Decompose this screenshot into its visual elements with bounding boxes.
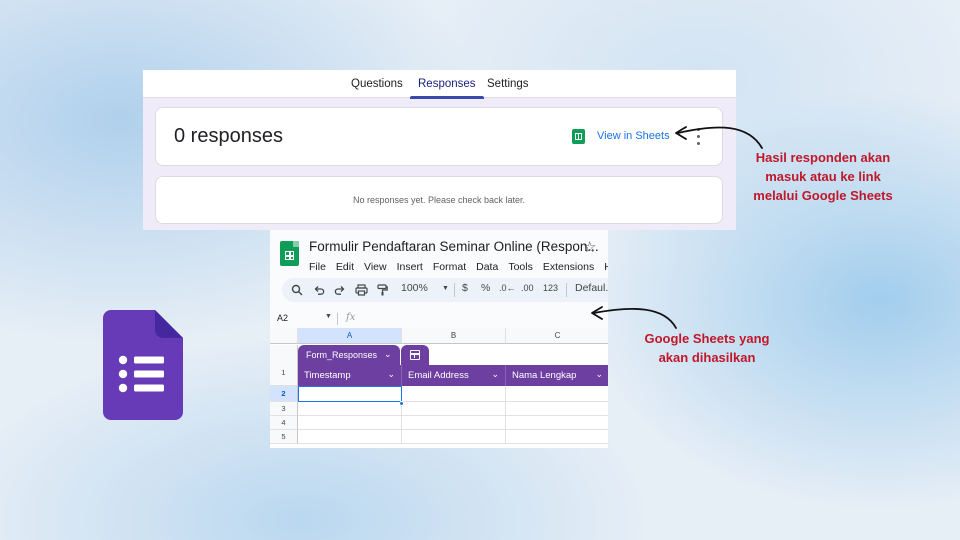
chevron-down-icon[interactable]: ⌄: [595, 369, 603, 380]
cell-b4[interactable]: [402, 416, 506, 430]
select-all-corner[interactable]: [270, 328, 298, 344]
undo-icon[interactable]: [313, 284, 325, 296]
menu-view[interactable]: View: [364, 261, 387, 273]
name-box[interactable]: A2: [277, 313, 288, 323]
document-title[interactable]: Formulir Pendaftaran Seminar Online (Res…: [309, 239, 599, 254]
redo-icon[interactable]: [334, 284, 346, 296]
print-icon[interactable]: [355, 284, 368, 296]
annotation-bottom: Google Sheets yang akan dihasilkan: [630, 330, 784, 368]
cell-c3[interactable]: [506, 402, 608, 416]
sheets-icon[interactable]: [572, 129, 585, 144]
formula-bar: A2 ▼ fx: [270, 310, 608, 328]
column-header-a[interactable]: A: [298, 328, 402, 344]
cell-b3[interactable]: [402, 402, 506, 416]
star-icon[interactable]: ☆: [583, 238, 596, 256]
view-in-sheets-link[interactable]: View in Sheets: [597, 130, 670, 142]
font-select[interactable]: Defaul...: [575, 282, 608, 294]
formula-divider: [337, 313, 338, 325]
table-view-icon[interactable]: [401, 345, 429, 365]
menu-help[interactable]: He: [604, 261, 608, 273]
fill-handle[interactable]: [399, 401, 404, 406]
row-header-5[interactable]: 5: [270, 430, 298, 444]
annotation-line: Google Sheets yang: [644, 331, 770, 346]
percent-button[interactable]: %: [481, 282, 490, 294]
menu-format[interactable]: Format: [433, 261, 466, 273]
menu-data[interactable]: Data: [476, 261, 498, 273]
cell-a5[interactable]: [298, 430, 402, 444]
cell-b2[interactable]: [402, 386, 506, 402]
table-header-email[interactable]: Email Address ⌄: [402, 365, 506, 386]
empty-responses-card: No responses yet. Please check back late…: [155, 176, 723, 224]
cell-a2[interactable]: [298, 386, 402, 402]
annotation-line: akan dihasilkan: [658, 349, 756, 365]
google-forms-icon: [103, 310, 183, 420]
row-header-4[interactable]: 4: [270, 416, 298, 430]
table-header-nama[interactable]: Nama Lengkap ⌄: [506, 365, 608, 386]
more-vert-icon[interactable]: [696, 126, 702, 148]
zoom-select[interactable]: 100%: [401, 282, 428, 294]
header-label: Email Address: [408, 370, 469, 381]
chevron-down-icon[interactable]: ⌄: [384, 349, 392, 360]
toolbar-divider: [454, 283, 455, 297]
menu-bar: File Edit View Insert Format Data Tools Extensi…: [309, 257, 608, 273]
response-summary-card: 0 responses View in Sheets: [155, 107, 723, 166]
cell-b5[interactable]: [402, 430, 506, 444]
menu-insert[interactable]: Insert: [397, 261, 423, 273]
annotation-line: masuk atau ke link: [765, 168, 881, 184]
fx-icon: fx: [346, 312, 356, 323]
row-header-1[interactable]: 1: [270, 345, 298, 386]
search-icon[interactable]: [291, 284, 303, 296]
paint-format-icon[interactable]: [377, 284, 388, 296]
column-header-c[interactable]: C: [506, 328, 608, 344]
google-sheets-window: Formulir Pendaftaran Seminar Online (Res…: [270, 230, 608, 448]
chevron-down-icon[interactable]: ⌄: [387, 369, 395, 380]
annotation-line: melalui Google Sheets: [753, 187, 893, 203]
cell-c2[interactable]: [506, 386, 608, 402]
cell-c5[interactable]: [506, 430, 608, 444]
cell-a4[interactable]: [298, 416, 402, 430]
forms-tab-bar: Questions Responses Settings: [143, 70, 736, 99]
sheets-icon[interactable]: [280, 241, 299, 266]
menu-file[interactable]: File: [309, 261, 326, 273]
column-header-b[interactable]: B: [402, 328, 506, 344]
cell-a3[interactable]: [298, 402, 402, 416]
tab-settings[interactable]: Settings: [487, 78, 529, 98]
tab-responses[interactable]: Responses: [410, 78, 484, 99]
row-header-2[interactable]: 2: [270, 386, 298, 402]
tab-questions[interactable]: Questions: [351, 78, 403, 98]
zoom-caret-icon[interactable]: ▼: [442, 285, 449, 292]
table-name: Form_Responses: [306, 350, 378, 360]
table-name-tab[interactable]: Form_Responses ⌄: [298, 345, 400, 365]
spreadsheet-grid: A B C 1 2 3 4 5 Form_Responses ⌄ Timesta…: [270, 328, 608, 448]
menu-extensions[interactable]: Extensions: [543, 261, 594, 273]
forms-responses-panel: Questions Responses Settings 0 responses…: [143, 70, 736, 230]
decrease-decimal-button[interactable]: .0←: [499, 283, 516, 293]
cell-c4[interactable]: [506, 416, 608, 430]
empty-message: No responses yet. Please check back late…: [352, 195, 526, 205]
sheets-toolbar: 100% ▼ $ % .0← .00 123 Defaul...: [282, 278, 608, 302]
currency-button[interactable]: $: [462, 282, 468, 294]
header-label: Nama Lengkap: [512, 370, 577, 381]
menu-edit[interactable]: Edit: [336, 261, 354, 273]
header-label: Timestamp: [304, 370, 351, 381]
annotation-top: Hasil responden akan masuk atau ke link …: [740, 149, 906, 206]
annotation-line: Hasil responden akan: [755, 150, 891, 165]
increase-decimal-button[interactable]: .00: [521, 283, 534, 293]
response-count: 0 responses: [174, 125, 283, 147]
menu-tools[interactable]: Tools: [508, 261, 533, 273]
number-format-button[interactable]: 123: [543, 283, 558, 293]
row-header-3[interactable]: 3: [270, 402, 298, 416]
toolbar-divider: [566, 283, 567, 297]
table-header-timestamp[interactable]: Timestamp ⌄: [298, 365, 402, 386]
name-box-caret-icon[interactable]: ▼: [325, 313, 332, 320]
chevron-down-icon[interactable]: ⌄: [491, 369, 499, 380]
